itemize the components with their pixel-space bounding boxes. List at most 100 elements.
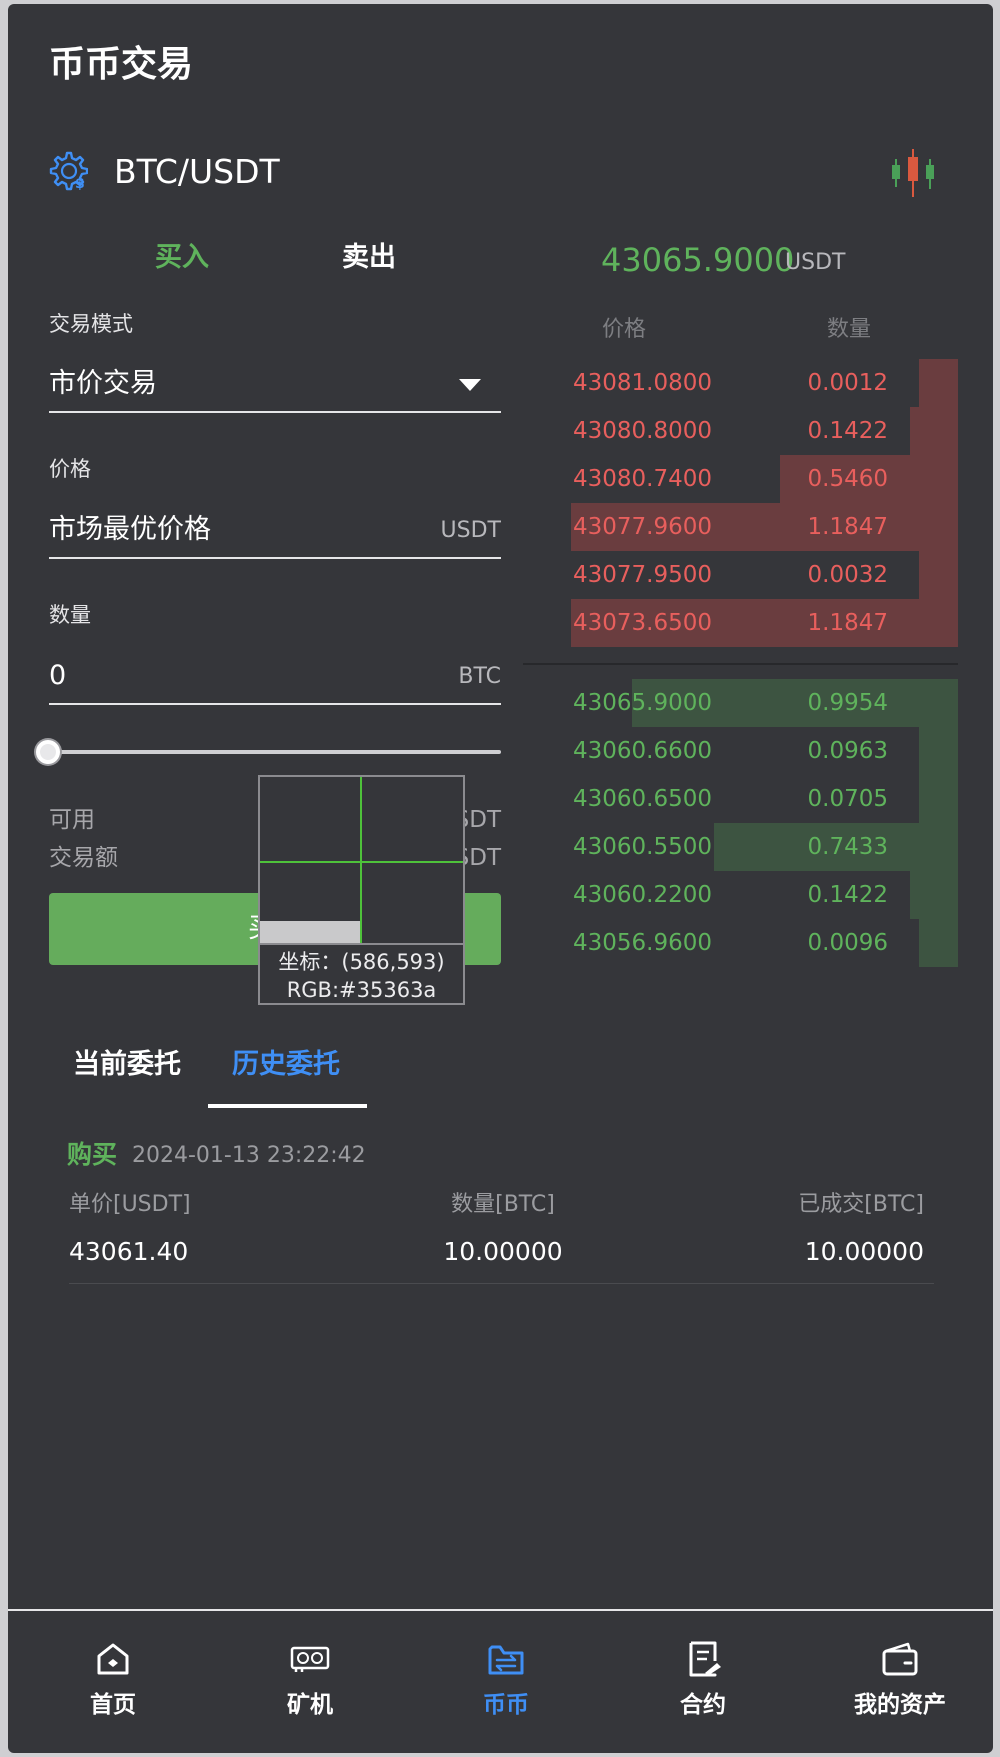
picker-coordinates: 坐标：(586,593) [278, 950, 445, 974]
svg-text:$: $ [75, 176, 85, 192]
candlestick-chart-icon[interactable] [888, 147, 938, 199]
nav-divider [8, 1609, 993, 1611]
orderbook-price: 43060.6500 [573, 786, 713, 812]
orderbook-bid-row[interactable]: 43060.6600 0.0963 [523, 727, 958, 775]
orderbook-amount: 0.5460 [807, 466, 888, 492]
order-price-header: 单价[USDT] [69, 1192, 191, 1217]
color-picker-tooltip: 坐标：(586,593) RGB:#35363a [258, 775, 465, 1005]
tab-active-indicator [208, 1104, 367, 1108]
orderbook-depth-bar [918, 919, 958, 967]
orderbook-depth-bar [918, 359, 958, 407]
nav-item-spot[interactable]: 币币 [441, 1639, 571, 1739]
nav-label-miner: 矿机 [287, 1692, 333, 1718]
orderbook-ask-row[interactable]: 43080.7400 0.5460 [523, 455, 958, 503]
graphics-card-icon [290, 1646, 330, 1672]
gear-dollar-icon[interactable]: $ [46, 150, 88, 192]
orderbook-depth-bar [918, 727, 958, 775]
orderbook-bid-row[interactable]: 43056.9600 0.0096 [523, 919, 958, 967]
orderbook-ask-row[interactable]: 43077.9600 1.1847 [523, 503, 958, 551]
caret-down-icon [459, 379, 481, 391]
orderbook-price: 43077.9500 [573, 562, 713, 588]
orderbook-amount: 0.0012 [807, 370, 888, 396]
orderbook-price: 43060.6600 [573, 738, 713, 764]
page-title: 币币交易 [49, 44, 194, 85]
orderbook-price: 43081.0800 [573, 370, 713, 396]
available-label: 可用 [49, 807, 95, 833]
orderbook-amount-header: 数量 [827, 317, 872, 342]
nav-label-home: 首页 [90, 1692, 136, 1718]
price-label: 价格 [49, 457, 91, 481]
orderbook-amount: 1.1847 [807, 610, 888, 636]
orderbook-price: 43065.9000 [573, 690, 713, 716]
mode-label: 交易模式 [49, 312, 133, 336]
qty-unit: BTC [458, 664, 501, 689]
picker-swatch [260, 921, 360, 943]
orderbook-ask-row[interactable]: 43080.8000 0.1422 [523, 407, 958, 455]
orderbook-ask-row[interactable]: 43073.6500 1.1847 [523, 599, 958, 647]
picker-crosshair-horizontal [260, 861, 463, 863]
orderbook-divider [523, 663, 958, 665]
orderbook-price: 43056.9600 [573, 930, 713, 956]
orderbook-depth-bar [910, 407, 958, 455]
orderbook-price: 43077.9600 [573, 514, 713, 540]
orderbook-price: 43080.8000 [573, 418, 713, 444]
qty-input[interactable]: 0 BTC [49, 647, 501, 705]
order-divider [69, 1283, 934, 1284]
orderbook-amount: 0.1422 [807, 882, 888, 908]
qty-slider-thumb[interactable] [36, 740, 60, 764]
order-qty-header: 数量[BTC] [451, 1192, 555, 1217]
orderbook-price: 43060.5500 [573, 834, 713, 860]
orderbook-price: 43080.7400 [573, 466, 713, 492]
orderbook-depth-bar [910, 871, 958, 919]
orderbook-depth-bar [918, 551, 958, 599]
tab-sell[interactable]: 卖出 [314, 238, 424, 278]
nav-item-miner[interactable]: 矿机 [245, 1639, 375, 1739]
orderbook-bid-row[interactable]: 43060.2200 0.1422 [523, 871, 958, 919]
orderbook-amount: 1.1847 [807, 514, 888, 540]
order-qty: 10.00000 [443, 1237, 563, 1266]
qty-value: 0 [49, 660, 67, 691]
nav-item-home[interactable]: 首页 [48, 1639, 178, 1739]
exchange-folder-icon [488, 1645, 524, 1675]
price-unit: USDT [440, 518, 501, 543]
orderbook-price-header: 价格 [602, 317, 647, 342]
order-time: 2024-01-13 23:22:42 [132, 1143, 366, 1168]
price-value: 市场最优价格 [49, 514, 211, 545]
orderbook-amount: 0.0032 [807, 562, 888, 588]
nav-item-contract[interactable]: 合约 [638, 1639, 768, 1739]
orderbook-ask-row[interactable]: 43077.9500 0.0032 [523, 551, 958, 599]
order-price: 43061.40 [69, 1237, 189, 1266]
pair-symbol[interactable]: BTC/USDT [114, 150, 280, 194]
tab-current-orders[interactable]: 当前委托 [73, 1045, 181, 1085]
orderbook-bid-row[interactable]: 43060.5500 0.7433 [523, 823, 958, 871]
picker-separator [260, 943, 463, 945]
orderbook-amount: 0.0963 [807, 738, 888, 764]
price-input[interactable]: 市场最优价格 USDT [49, 501, 501, 559]
orderbook-amount: 0.9954 [807, 690, 888, 716]
tab-buy[interactable]: 买入 [127, 238, 237, 278]
qty-label: 数量 [49, 603, 91, 627]
qty-slider-track[interactable] [49, 750, 501, 754]
nav-label-spot: 币币 [483, 1692, 529, 1718]
nav-item-assets[interactable]: 我的资产 [835, 1639, 965, 1739]
home-icon [97, 1643, 129, 1675]
picker-rgb: RGB:#35363a [286, 978, 437, 1002]
order-side: 购买 [67, 1140, 118, 1169]
wallet-icon [882, 1642, 918, 1676]
mode-select[interactable]: 市价交易 [49, 355, 501, 413]
orderbook-price: 43060.2200 [573, 882, 713, 908]
orderbook-amount: 0.7433 [807, 834, 888, 860]
orderbook-depth-bar [918, 775, 958, 823]
nav-label-assets: 我的资产 [854, 1692, 946, 1718]
tab-history-orders[interactable]: 历史委托 [232, 1045, 340, 1085]
picker-crosshair-vertical [360, 777, 362, 943]
orderbook-bid-row[interactable]: 43060.6500 0.0705 [523, 775, 958, 823]
last-price: 43065.9000 [601, 241, 795, 279]
orderbook-amount: 0.0096 [807, 930, 888, 956]
app-window: 币币交易 $ BTC/USDT 买入 卖出 43065.9000 USDT 交易… [8, 4, 993, 1753]
orderbook-amount: 0.1422 [807, 418, 888, 444]
orderbook-price: 43073.6500 [573, 610, 713, 636]
order-filled: 10.00000 [804, 1237, 924, 1266]
orderbook-ask-row[interactable]: 43081.0800 0.0012 [523, 359, 958, 407]
orderbook-bid-row[interactable]: 43065.9000 0.9954 [523, 679, 958, 727]
